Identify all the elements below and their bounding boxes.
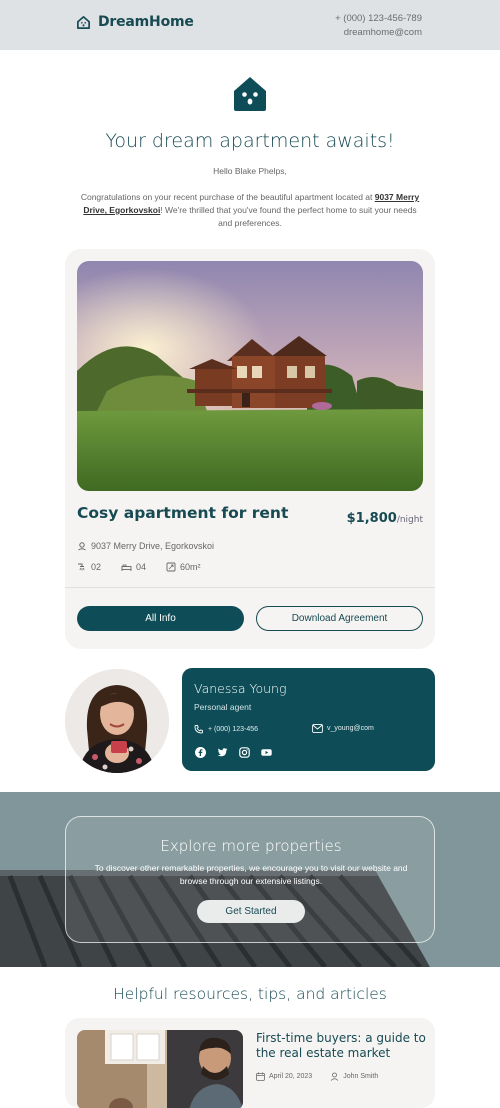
brand-logo[interactable]: DreamHome: [76, 14, 194, 30]
article-author-text: John Smith: [343, 1073, 379, 1080]
article-date-text: April 20, 2023: [269, 1073, 313, 1080]
article-date: April 20, 2023: [256, 1072, 312, 1081]
intro-after: ! We're thrilled that you've found the p…: [160, 205, 417, 228]
agent-phone-text: + (000) 123-456: [208, 725, 259, 733]
shower-icon: [78, 563, 85, 571]
bed-icon: [121, 564, 132, 571]
feature-area: 60m²: [166, 562, 201, 572]
house-face-icon: [234, 77, 266, 111]
explore-text: To discover other remarkable properties,…: [94, 863, 408, 886]
agent-socials: [195, 745, 272, 758]
phone-icon: [194, 725, 203, 734]
agent-email-text: v_young@com: [327, 725, 374, 732]
location-icon: [78, 542, 86, 551]
all-info-button[interactable]: All Info: [77, 606, 244, 631]
youtube-icon[interactable]: [261, 745, 272, 756]
listing-photo[interactable]: [77, 261, 423, 491]
article-meta: April 20, 2023 John Smith: [256, 1072, 378, 1081]
download-agreement-button[interactable]: Download Agreement: [256, 606, 423, 631]
article-title[interactable]: First-time buyers: a guide to the real e…: [256, 1031, 426, 1061]
card-divider: [65, 587, 435, 588]
listing-title: Cosy apartment for rent: [77, 504, 289, 522]
article-image[interactable]: [77, 1030, 243, 1108]
agent-avatar: [65, 669, 169, 773]
brand-name: DreamHome: [98, 14, 194, 30]
get-started-button[interactable]: Get Started: [197, 900, 305, 923]
explore-section: Explore more properties To discover othe…: [0, 792, 500, 967]
mail-icon: [312, 724, 323, 733]
greeting: Hello Blake Phelps,: [213, 166, 287, 176]
user-icon: [330, 1072, 339, 1081]
listing-card: Cosy apartment for rent $1,800/night 903…: [65, 249, 435, 649]
house-photo-illustration: [77, 261, 423, 491]
top-bar: DreamHome + (000) 123-456-789 dreamhome@…: [0, 0, 500, 50]
agent-email[interactable]: v_young@com: [312, 724, 374, 733]
calendar-icon: [256, 1072, 265, 1081]
price-value: $1,800: [346, 511, 397, 526]
instagram-icon[interactable]: [239, 745, 250, 758]
twitter-icon[interactable]: [217, 745, 228, 757]
address-text: 9037 Merry Drive, Egorkovskoi: [91, 541, 215, 551]
area-value: 60m²: [180, 562, 201, 572]
page-title: Your dream apartment awaits!: [105, 130, 395, 152]
intro-before: Congratulations on your recent purchase …: [80, 192, 373, 202]
article-card[interactable]: First-time buyers: a guide to the real e…: [65, 1018, 435, 1108]
baths-count: 02: [91, 562, 102, 572]
agent-name: Vanessa Young: [194, 681, 287, 696]
listing-address: 9037 Merry Drive, Egorkovskoi: [77, 541, 214, 551]
agent-role: Personal agent: [194, 702, 252, 712]
header-phone[interactable]: + (000) 123-456-789: [335, 12, 422, 26]
price-unit: /night: [396, 515, 423, 525]
explore-panel: Explore more properties To discover othe…: [65, 816, 435, 943]
feature-beds: 04: [121, 562, 146, 572]
house-logo-icon: [77, 15, 90, 29]
article-photo-illustration: [77, 1030, 243, 1108]
agent-card: Vanessa Young Personal agent + (000) 123…: [182, 668, 435, 771]
header-email[interactable]: dreamhome@com: [335, 26, 422, 40]
header-contact: + (000) 123-456-789 dreamhome@com: [335, 12, 422, 40]
intro-text: Congratulations on your recent purchase …: [78, 191, 422, 230]
agent-portrait-illustration: [65, 669, 169, 773]
area-icon: [166, 562, 176, 572]
listing-price: $1,800/night: [347, 507, 423, 526]
facebook-icon[interactable]: [195, 745, 206, 758]
beds-count: 04: [136, 562, 147, 572]
feature-baths: 02: [77, 562, 101, 572]
agent-phone[interactable]: + (000) 123-456: [194, 724, 258, 734]
listing-features: 02 04 60m²: [77, 562, 201, 572]
article-author: John Smith: [330, 1072, 378, 1081]
explore-title: Explore more properties: [160, 837, 342, 855]
resources-title: Helpful resources, tips, and articles: [113, 985, 387, 1003]
